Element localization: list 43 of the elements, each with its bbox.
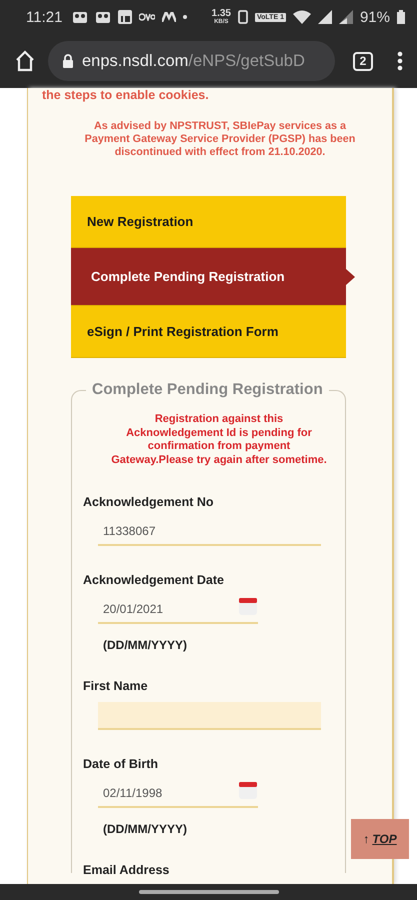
lock-icon: [62, 54, 74, 68]
menu-item[interactable]: Complete Pending Registration: [71, 248, 346, 306]
back-to-top-button[interactable]: ↑ TOP: [351, 819, 409, 859]
input-field[interactable]: [98, 702, 321, 730]
dot-icon: [183, 15, 188, 19]
speed-value: 1.35: [212, 9, 231, 19]
date-format-hint: (DD/MM/YYYY): [103, 822, 188, 836]
more-icon: [397, 51, 403, 71]
field-label: Email Address: [83, 862, 170, 877]
calendar-icon: [238, 781, 258, 800]
cookie-notice: the steps to enable cookies.: [42, 88, 210, 102]
menu-item[interactable]: New Registration: [71, 196, 346, 248]
app-icon: [95, 10, 112, 24]
date-format-hint: (DD/MM/YYYY): [103, 638, 188, 652]
pointer-arrow-icon: [346, 268, 355, 285]
form-legend: Complete Pending Registration: [86, 380, 329, 399]
input-field[interactable]: 02/11/1998: [98, 780, 258, 808]
battery-percent: 91%: [360, 8, 390, 26]
url-text: enps.nsdl.com/eNPS/getSubD: [82, 52, 305, 70]
input-field[interactable]: 20/01/2021: [98, 596, 258, 624]
status-time: 11:21: [26, 8, 62, 26]
app-icon: [118, 10, 132, 24]
menu-item[interactable]: eSign / Print Registration Form: [71, 306, 346, 358]
input-field[interactable]: 11338067: [98, 518, 321, 546]
field-label: Acknowledgement Date: [83, 572, 226, 587]
phone-icon: [238, 10, 248, 24]
app-icon: [72, 10, 88, 24]
field-label: Acknowledgement No: [83, 494, 215, 509]
gesture-handle[interactable]: [138, 890, 278, 894]
tab-count-button[interactable]: 2: [353, 52, 373, 70]
error-message: Registration against this Acknowledgement Id is pending for confirmation from payment Gateway.Please try again after sometime.: [110, 412, 328, 468]
address-bar[interactable]: enps.nsdl.com/eNPS/getSubD: [48, 41, 335, 81]
signal-icon: [318, 10, 332, 24]
field-label: First Name: [83, 678, 149, 693]
field-label: Date of Birth: [83, 756, 159, 771]
advisory-notice: As advised by NPSTRUST, SBIePay services as a Payment Gateway Service Provider (PGSP) has been discontinued with effect from 21.10.2020.: [84, 120, 356, 159]
calendar-icon: [238, 597, 258, 616]
app-icon: [162, 12, 176, 22]
wifi-icon: [292, 10, 311, 24]
home-icon: [14, 50, 36, 72]
battery-icon: [397, 10, 405, 24]
app-icon: [139, 13, 156, 21]
signal-icon: [338, 10, 353, 24]
